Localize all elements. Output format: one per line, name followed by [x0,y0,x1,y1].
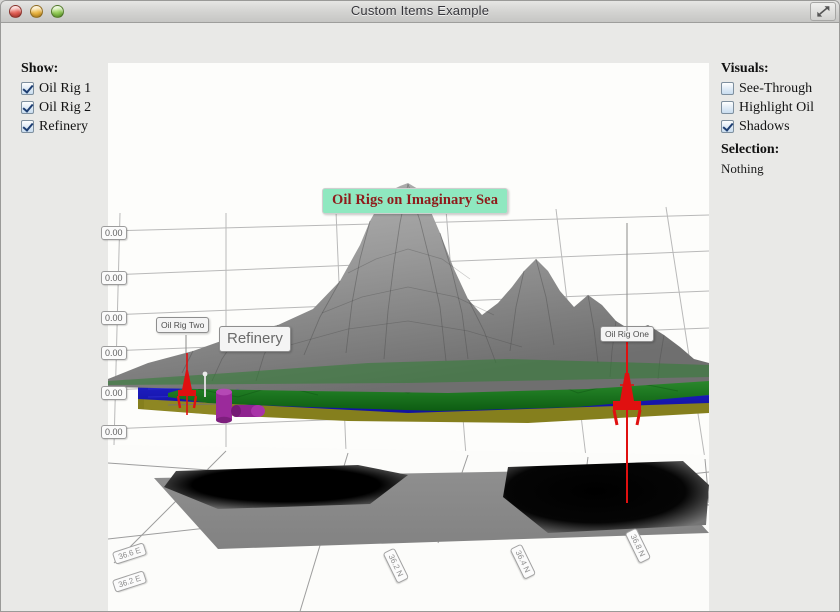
mountain-terrain [108,183,709,393]
selection-heading: Selection: [721,142,839,158]
checkbox-box-icon[interactable] [721,82,734,95]
scene-title-banner[interactable]: Oil Rigs on Imaginary Sea [322,188,508,214]
oil-rig-two-callout[interactable]: Oil Rig Two [156,317,209,333]
show-heading: Show: [21,61,105,77]
fullscreen-arrows-icon [816,5,831,18]
checkbox-label: Shadows [739,119,790,135]
y-axis-tick: 0.00 [101,226,127,240]
show-panel: Show: Oil Rig 1 Oil Rig 2 Refinery [21,61,105,136]
window-title: Custom Items Example [1,3,839,18]
selection-value: Nothing [721,161,839,177]
checkbox-oil-rig-1[interactable]: Oil Rig 1 [21,79,105,98]
checkbox-shadows[interactable]: Shadows [721,117,839,136]
checkbox-refinery[interactable]: Refinery [21,117,105,136]
oil-rig-one-callout[interactable]: Oil Rig One [600,326,654,342]
application-window: Custom Items Example Show: Oil Rig 1 Oil… [0,0,840,612]
3d-scene-viewport[interactable]: Oil Rigs on Imaginary Sea Oil Rig Two Re… [108,63,709,612]
checkbox-highlight-oil[interactable]: Highlight Oil [721,98,839,117]
checkmark-icon[interactable] [721,120,734,133]
checkbox-box-icon[interactable] [721,101,734,114]
visuals-heading: Visuals: [721,61,839,77]
checkbox-see-through[interactable]: See-Through [721,79,839,98]
checkmark-icon[interactable] [21,101,34,114]
checkmark-icon[interactable] [21,120,34,133]
refinery-callout[interactable]: Refinery [219,326,291,352]
checkbox-oil-rig-2[interactable]: Oil Rig 2 [21,98,105,117]
checkbox-label: See-Through [739,81,812,97]
fullscreen-button[interactable] [810,2,836,21]
checkbox-label: Highlight Oil [739,100,814,116]
checkbox-label: Oil Rig 1 [39,81,91,97]
title-bar[interactable]: Custom Items Example [1,1,839,23]
y-axis-tick: 0.00 [101,271,127,285]
visuals-panel: Visuals: See-Through Highlight Oil Shado… [721,61,839,177]
checkmark-icon[interactable] [21,82,34,95]
y-axis-tick: 0.00 [101,425,127,439]
y-axis-tick: 0.00 [101,311,127,325]
checkbox-label: Oil Rig 2 [39,100,91,116]
y-axis-tick: 0.00 [101,386,127,400]
y-axis-tick: 0.00 [101,346,127,360]
checkbox-label: Refinery [39,119,88,135]
window-content: Show: Oil Rig 1 Oil Rig 2 Refinery Visua… [1,23,840,612]
